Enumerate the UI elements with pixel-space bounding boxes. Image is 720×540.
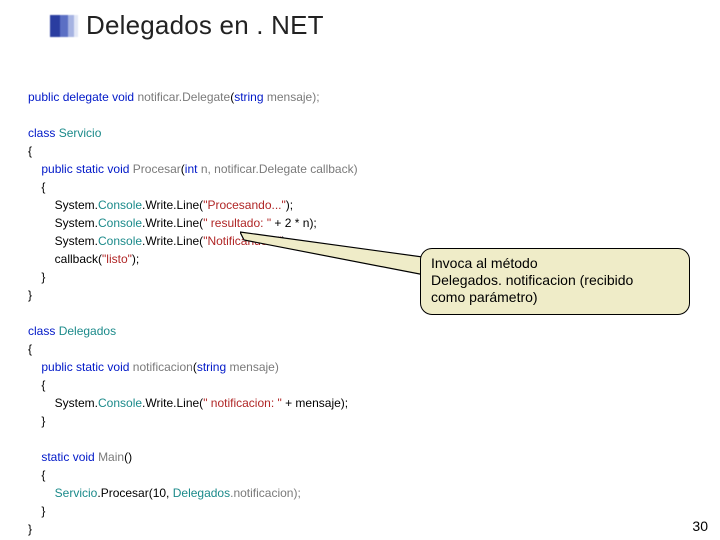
brace-close: } xyxy=(41,414,45,428)
kw-static: static xyxy=(41,450,69,464)
type-console: Console xyxy=(98,216,142,230)
string-literal: " notificacion: " xyxy=(203,396,282,410)
param-name: callback) xyxy=(307,162,358,176)
kw-public: public xyxy=(41,162,72,176)
param-type: notificar.Delegate xyxy=(214,162,307,176)
brace-close: } xyxy=(41,504,45,518)
kw-static: static xyxy=(76,360,104,374)
param-type: string xyxy=(234,90,263,104)
code-text: .Write.Line( xyxy=(142,198,203,212)
string-literal: "Procesando..." xyxy=(203,198,286,212)
code-text: System. xyxy=(55,216,98,230)
code-text: .Write.Line( xyxy=(142,234,203,248)
kw-delegate: delegate xyxy=(63,90,109,104)
code-text: .notificacion); xyxy=(230,486,301,500)
kw-void: void xyxy=(73,450,95,464)
param-name: n, xyxy=(197,162,214,176)
kw-public: public xyxy=(41,360,72,374)
code-text: .Write.Line( xyxy=(142,216,203,230)
string-literal: "Notificando..." xyxy=(203,234,282,248)
param-type: string xyxy=(197,360,226,374)
brace-open: { xyxy=(28,342,32,356)
code-text: System. xyxy=(55,234,98,248)
code-text: .Write.Line( xyxy=(142,396,203,410)
callout-text-line: como parámetro) xyxy=(431,289,679,306)
string-literal: "listo" xyxy=(102,252,132,266)
code-text: System. xyxy=(55,198,98,212)
kw-void: void xyxy=(107,162,129,176)
code-text: + 2 * n); xyxy=(271,216,317,230)
brace-close: } xyxy=(28,522,32,536)
code-text: callback( xyxy=(55,252,102,266)
kw-public: public xyxy=(28,90,59,104)
kw-class: class xyxy=(28,126,55,140)
code-text: .Procesar(10, xyxy=(97,486,172,500)
type-console: Console xyxy=(98,198,142,212)
code-text: ); xyxy=(282,234,289,248)
type-console: Console xyxy=(98,234,142,248)
brace-close: } xyxy=(41,270,45,284)
callout-box: Invoca al método Delegados. notificacion… xyxy=(420,248,690,315)
kw-static: static xyxy=(76,162,104,176)
param-type: int xyxy=(185,162,198,176)
kw-void: void xyxy=(107,360,129,374)
code-text: ); xyxy=(132,252,139,266)
method-name: notificacion xyxy=(133,360,193,374)
class-name: Servicio xyxy=(59,126,102,140)
callout-text-line: Invoca al método xyxy=(431,255,679,272)
class-name: Delegados xyxy=(59,324,116,338)
code-block: public delegate void notificar.Delegate (… xyxy=(28,70,358,538)
method-name: Procesar xyxy=(133,162,181,176)
brace-open: { xyxy=(41,378,45,392)
type-delegados: Delegados xyxy=(173,486,230,500)
code-text: + mensaje); xyxy=(282,396,348,410)
brace-open: { xyxy=(41,180,45,194)
param-name: mensaje); xyxy=(264,90,320,104)
brace-open: { xyxy=(41,468,45,482)
title-accent-icon xyxy=(50,15,78,37)
kw-void: void xyxy=(112,90,134,104)
slide-title-row: Delegados en . NET xyxy=(50,10,324,41)
method-name: Main xyxy=(98,450,124,464)
brace-open: { xyxy=(28,144,32,158)
slide-title: Delegados en . NET xyxy=(86,10,324,41)
code-text: ); xyxy=(286,198,293,212)
type-servicio: Servicio xyxy=(55,486,98,500)
code-text: System. xyxy=(55,396,98,410)
kw-class: class xyxy=(28,324,55,338)
param-name: mensaje) xyxy=(226,360,279,374)
callout-text-line: Delegados. notificacion (recibido xyxy=(431,272,679,289)
string-literal: " resultado: " xyxy=(203,216,271,230)
type-console: Console xyxy=(98,396,142,410)
delegate-name: notificar.Delegate xyxy=(137,90,230,104)
sig: () xyxy=(124,450,132,464)
brace-close: } xyxy=(28,288,32,302)
page-number: 30 xyxy=(692,518,708,534)
